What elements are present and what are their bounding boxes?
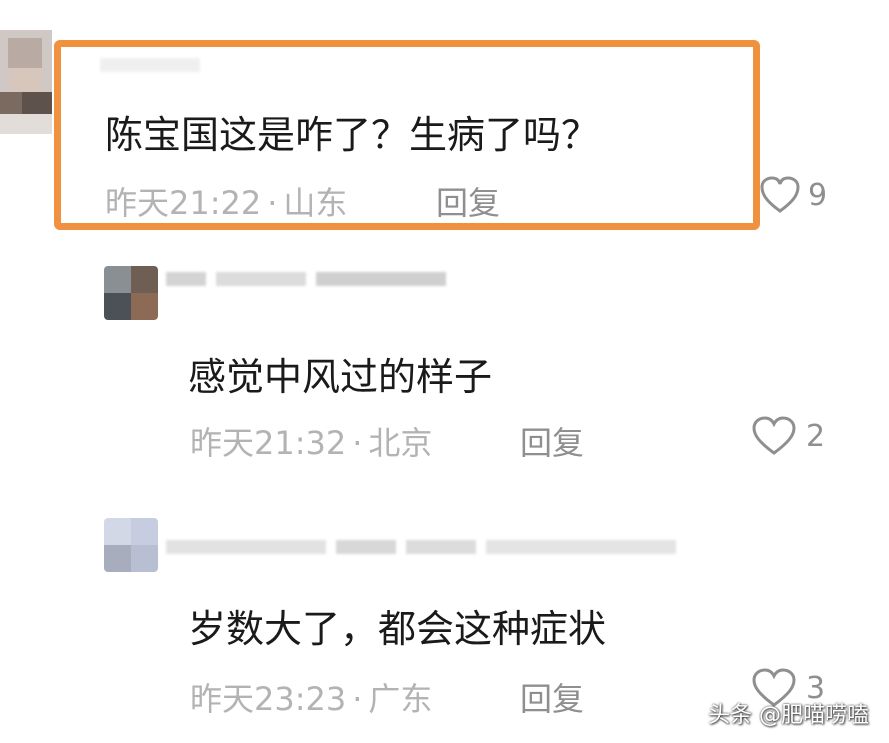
like-count: 9 bbox=[808, 177, 828, 213]
heart-outline-icon bbox=[760, 176, 800, 214]
comment-time: 昨天23:23 bbox=[190, 680, 347, 718]
comment-time: 昨天21:32 bbox=[190, 424, 347, 462]
avatar[interactable] bbox=[0, 30, 52, 134]
avatar[interactable] bbox=[104, 266, 158, 320]
like-count: 2 bbox=[806, 418, 826, 454]
heart-outline-icon bbox=[752, 416, 796, 456]
like-button[interactable]: 9 bbox=[760, 176, 827, 214]
comment-location: 北京 bbox=[368, 424, 433, 462]
reply-button[interactable]: 回复 bbox=[520, 418, 584, 464]
meta-separator: · bbox=[352, 680, 363, 718]
like-button[interactable]: 2 bbox=[752, 416, 825, 456]
comment-meta: 昨天21:32 · 北京 bbox=[190, 418, 432, 464]
comment-location: 广东 bbox=[368, 680, 433, 718]
avatar[interactable] bbox=[104, 518, 158, 572]
username-blurred bbox=[166, 272, 456, 286]
comment-meta: 昨天23:23 · 广东 bbox=[190, 674, 432, 720]
meta-separator: · bbox=[352, 424, 363, 462]
comment-text: 感觉中风过的样子 bbox=[188, 355, 493, 399]
reply-button[interactable]: 回复 bbox=[520, 674, 584, 720]
watermark: 头条 @肥喵唠嗑 bbox=[708, 703, 869, 728]
username-blurred bbox=[166, 540, 686, 554]
highlight-frame bbox=[54, 40, 760, 230]
comment-text: 岁数大了，都会这种症状 bbox=[188, 607, 607, 651]
